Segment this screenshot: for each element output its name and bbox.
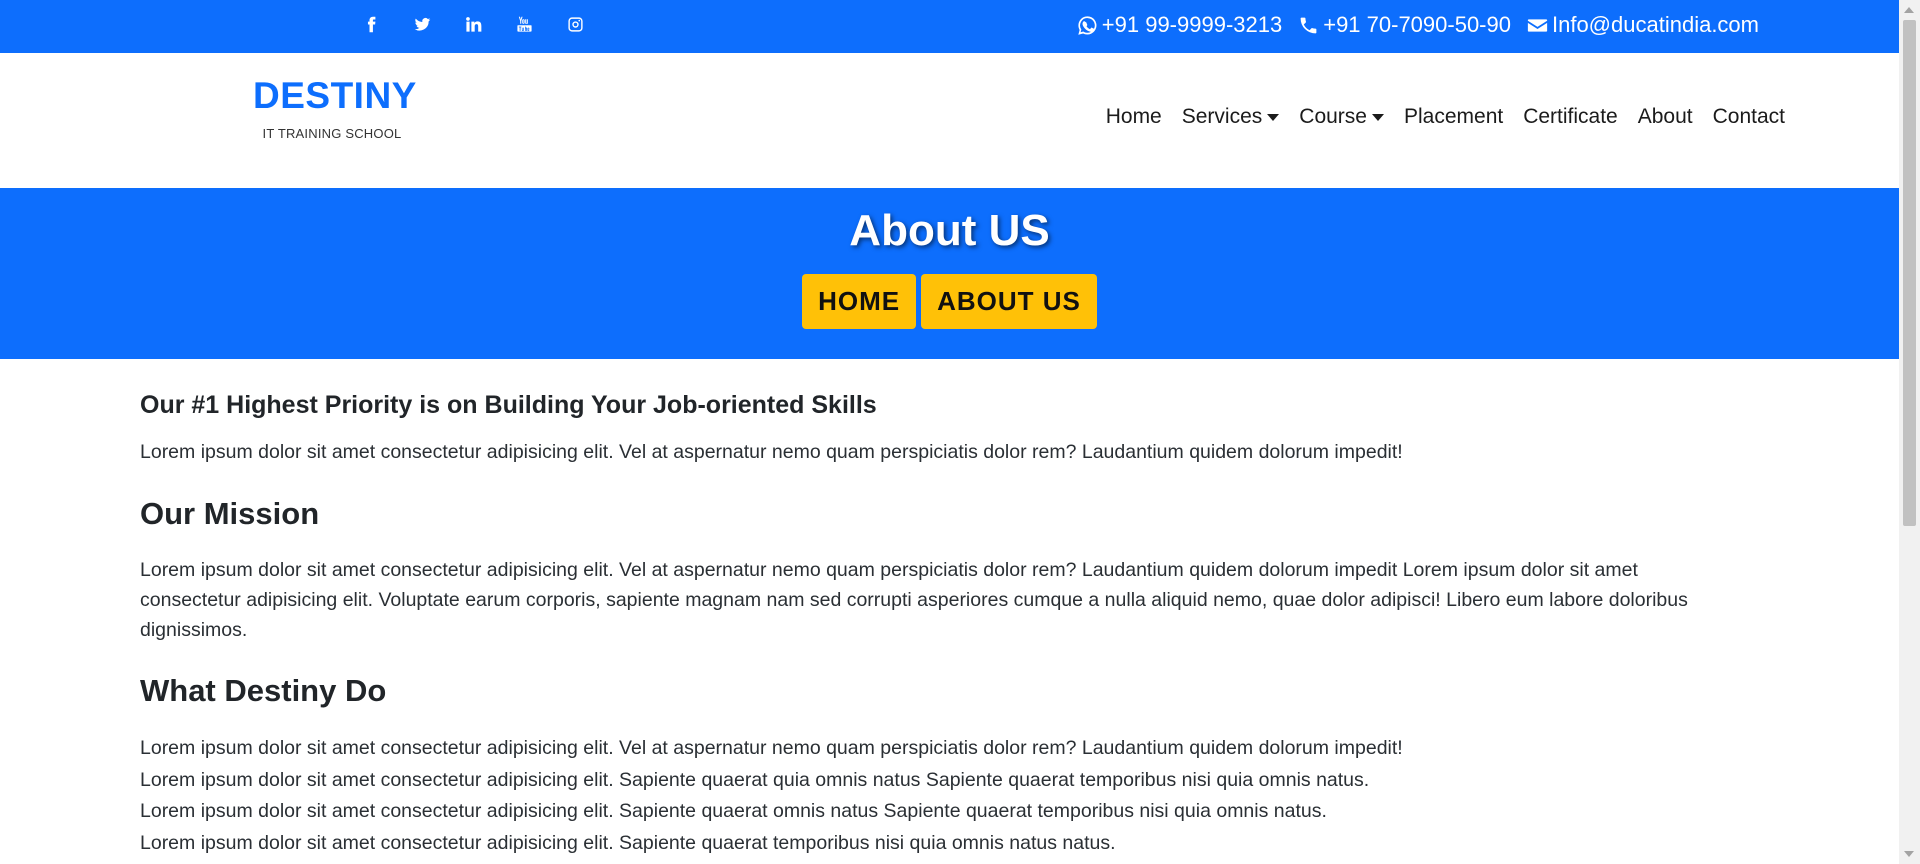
linkedin-icon[interactable]: [448, 12, 499, 36]
envelope-icon: [1527, 18, 1548, 32]
page-title: About US: [849, 206, 1050, 255]
whatsapp-contact[interactable]: +91 99-9999-3213: [1077, 12, 1282, 38]
breadcrumb-home-button[interactable]: HOME: [802, 274, 917, 329]
caret-down-icon: [1371, 113, 1384, 121]
social-links: [346, 12, 601, 36]
page-hero: About US HOME ABOUT US: [0, 188, 1899, 359]
email-address: Info@ducatindia.com: [1551, 12, 1759, 37]
nav-course-dropdown[interactable]: Course: [1289, 105, 1394, 129]
scrollbar-thumb[interactable]: [1903, 20, 1916, 526]
list-item: Lorem ipsum dolor sit amet consectetur a…: [140, 737, 1403, 759]
main-nav: Home Services Course Placement Certifica…: [1096, 105, 1795, 129]
phone-number: +91 70-7090-50-90: [1323, 12, 1511, 37]
priority-text: Lorem ipsum dolor sit amet consectetur a…: [140, 441, 1403, 463]
brand-tagline: IT TRAINING SCHOOL: [262, 126, 402, 141]
instagram-icon[interactable]: [550, 12, 601, 36]
breadcrumb: HOME ABOUT US: [0, 274, 1899, 329]
nav-course-label: Course: [1299, 105, 1367, 128]
brand-logo[interactable]: DESTINY IT TRAINING SCHOOL: [253, 75, 417, 141]
whatsapp-icon: [1078, 15, 1097, 35]
contact-info: +91 99-9999-3213 +91 70-7090-50-90 Info@…: [1077, 12, 1759, 38]
phone-icon: [1300, 17, 1317, 33]
nav-contact[interactable]: Contact: [1703, 105, 1795, 129]
email-contact[interactable]: Info@ducatindia.com: [1527, 12, 1759, 38]
what-destiny-do-list: Lorem ipsum dolor sit amet consectetur a…: [140, 733, 1403, 859]
breadcrumb-about-button[interactable]: ABOUT US: [921, 274, 1097, 329]
mission-heading: Our Mission: [140, 496, 320, 531]
facebook-icon[interactable]: [346, 12, 397, 36]
nav-about[interactable]: About: [1628, 105, 1703, 129]
vertical-scrollbar[interactable]: [1899, 0, 1920, 864]
list-item: Lorem ipsum dolor sit amet consectetur a…: [140, 831, 1116, 854]
nav-placement[interactable]: Placement: [1394, 105, 1513, 129]
list-item: Lorem ipsum dolor sit amet consectetur a…: [140, 800, 1327, 822]
scroll-up-arrow-icon[interactable]: [1904, 7, 1914, 13]
top-bar: +91 99-9999-3213 +91 70-7090-50-90 Info@…: [0, 0, 1899, 53]
phone-contact[interactable]: +91 70-7090-50-90: [1298, 12, 1511, 38]
nav-services-label: Services: [1181, 105, 1263, 128]
caret-down-icon: [1267, 113, 1280, 121]
nav-certificate[interactable]: Certificate: [1513, 105, 1628, 129]
list-item: Lorem ipsum dolor sit amet consectetur a…: [140, 768, 1370, 791]
scroll-down-arrow-icon[interactable]: [1904, 851, 1914, 857]
nav-home[interactable]: Home: [1096, 105, 1172, 129]
brand-name: DESTINY: [253, 75, 417, 116]
mission-text: Lorem ipsum dolor sit amet consectetur a…: [140, 559, 1688, 641]
navbar: DESTINY IT TRAINING SCHOOL Home Services…: [0, 53, 1899, 188]
nav-services-dropdown[interactable]: Services: [1172, 105, 1290, 129]
priority-heading: Our #1 Highest Priority is on Building Y…: [140, 391, 877, 419]
what-destiny-do-heading: What Destiny Do: [140, 673, 387, 708]
youtube-icon[interactable]: [499, 12, 550, 36]
twitter-icon[interactable]: [397, 12, 448, 36]
whatsapp-number: +91 99-9999-3213: [1101, 12, 1283, 37]
